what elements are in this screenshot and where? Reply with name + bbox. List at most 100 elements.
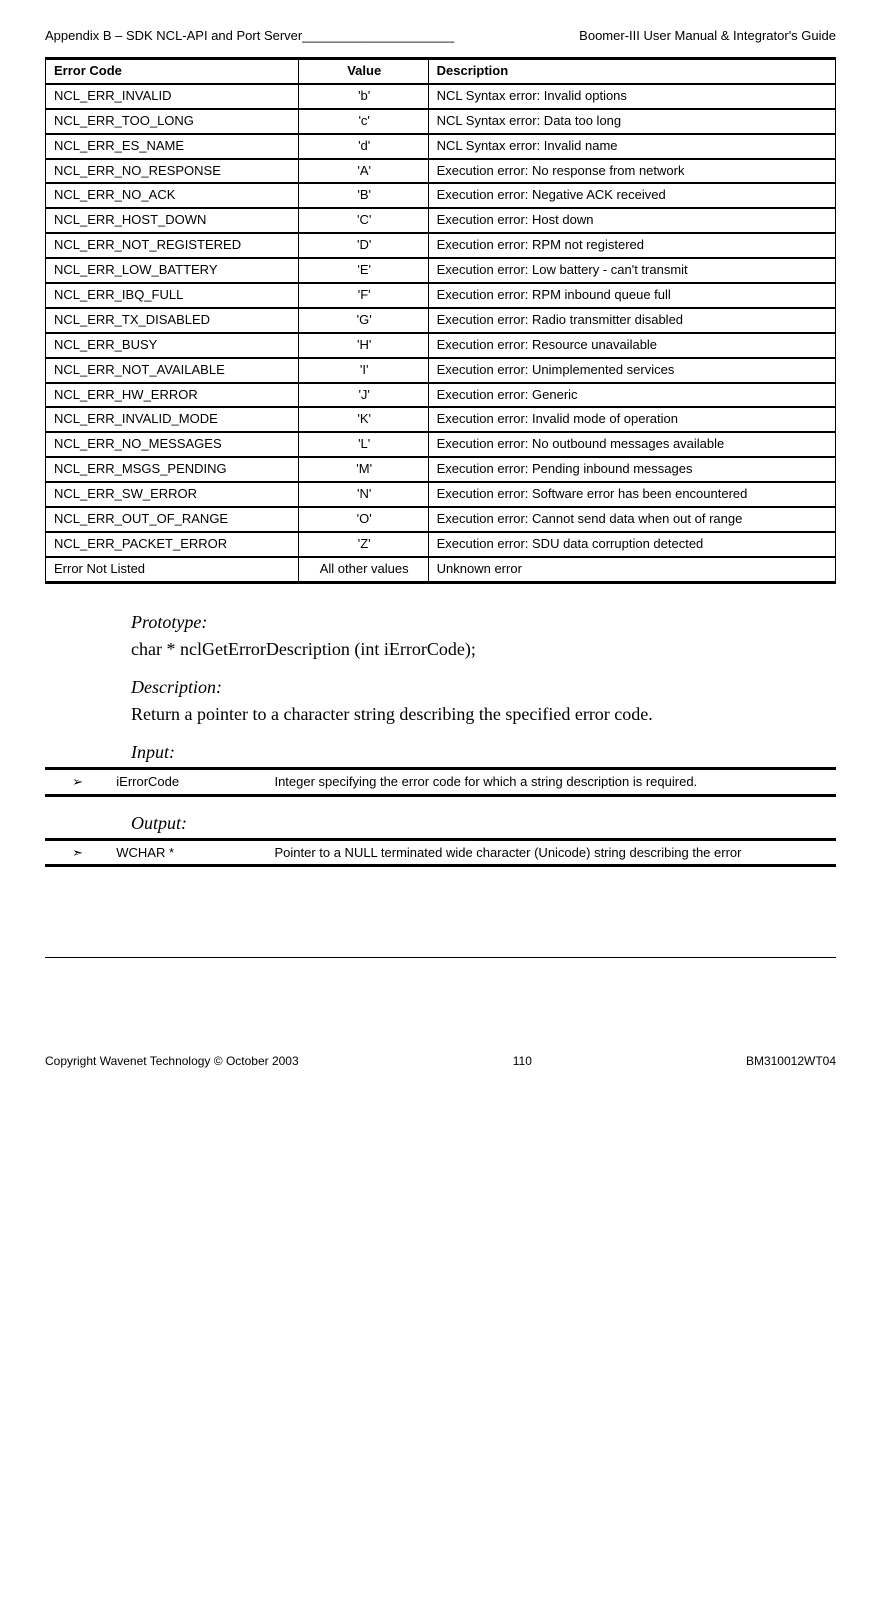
cell-description: Execution error: Pending inbound message… bbox=[428, 457, 835, 482]
table-row: NCL_ERR_IBQ_FULL'F'Execution error: RPM … bbox=[46, 283, 836, 308]
table-row: NCL_ERR_INVALID'b'NCL Syntax error: Inva… bbox=[46, 84, 836, 109]
table-row: Error Not ListedAll other valuesUnknown … bbox=[46, 557, 836, 582]
cell-error-code: NCL_ERR_MSGS_PENDING bbox=[46, 457, 299, 482]
cell-value: 'J' bbox=[298, 383, 428, 408]
cell-description: Execution error: Resource unavailable bbox=[428, 333, 835, 358]
table-row: NCL_ERR_OUT_OF_RANGE'O'Execution error: … bbox=[46, 507, 836, 532]
table-row: NCL_ERR_LOW_BATTERY'E'Execution error: L… bbox=[46, 258, 836, 283]
col-description: Description bbox=[428, 59, 835, 84]
cell-value: 'b' bbox=[298, 84, 428, 109]
cell-value: 'I' bbox=[298, 358, 428, 383]
cell-value: 'L' bbox=[298, 432, 428, 457]
table-row: NCL_ERR_BUSY'H'Execution error: Resource… bbox=[46, 333, 836, 358]
input-heading: Input: bbox=[131, 742, 836, 763]
cell-error-code: NCL_ERR_INVALID bbox=[46, 84, 299, 109]
cell-value: 'H' bbox=[298, 333, 428, 358]
cell-error-code: NCL_ERR_TOO_LONG bbox=[46, 109, 299, 134]
cell-error-code: NCL_ERR_HOST_DOWN bbox=[46, 208, 299, 233]
table-row: NCL_ERR_NOT_AVAILABLE'I'Execution error:… bbox=[46, 358, 836, 383]
page-header: Appendix B – SDK NCL-API and Port Server… bbox=[45, 28, 836, 43]
cell-error-code: NCL_ERR_BUSY bbox=[46, 333, 299, 358]
footer-left: Copyright Wavenet Technology © October 2… bbox=[45, 1054, 299, 1068]
table-row: NCL_ERR_NO_RESPONSE'A'Execution error: N… bbox=[46, 159, 836, 184]
cell-value: 'O' bbox=[298, 507, 428, 532]
cell-value: 'G' bbox=[298, 308, 428, 333]
cell-description: Execution error: Radio transmitter disab… bbox=[428, 308, 835, 333]
cell-description: Execution error: No response from networ… bbox=[428, 159, 835, 184]
footer-right: BM310012WT04 bbox=[746, 1054, 836, 1068]
header-right: Boomer-III User Manual & Integrator's Gu… bbox=[579, 28, 836, 43]
cell-error-code: NCL_ERR_HW_ERROR bbox=[46, 383, 299, 408]
output-table: ➣WCHAR *Pointer to a NULL terminated wid… bbox=[45, 838, 836, 868]
cell-desc: Pointer to a NULL terminated wide charac… bbox=[266, 839, 836, 866]
cell-error-code: NCL_ERR_TX_DISABLED bbox=[46, 308, 299, 333]
table-row: NCL_ERR_ES_NAME'd'NCL Syntax error: Inva… bbox=[46, 134, 836, 159]
cell-description: Execution error: SDU data corruption det… bbox=[428, 532, 835, 557]
table-row: NCL_ERR_NO_MESSAGES'L'Execution error: N… bbox=[46, 432, 836, 457]
cell-error-code: Error Not Listed bbox=[46, 557, 299, 582]
cell-value: 'c' bbox=[298, 109, 428, 134]
cell-value: 'K' bbox=[298, 407, 428, 432]
table-row: NCL_ERR_HOST_DOWN'C'Execution error: Hos… bbox=[46, 208, 836, 233]
prototype-heading: Prototype: bbox=[131, 612, 836, 633]
col-error-code: Error Code bbox=[46, 59, 299, 84]
cell-description: Unknown error bbox=[428, 557, 835, 582]
footer-center: 110 bbox=[513, 1054, 532, 1068]
cell-error-code: NCL_ERR_SW_ERROR bbox=[46, 482, 299, 507]
cell-value: All other values bbox=[298, 557, 428, 582]
cell-description: Execution error: Software error has been… bbox=[428, 482, 835, 507]
cell-description: Execution error: Low battery - can't tra… bbox=[428, 258, 835, 283]
footer-rule bbox=[45, 957, 836, 958]
cell-value: 'N' bbox=[298, 482, 428, 507]
cell-error-code: NCL_ERR_IBQ_FULL bbox=[46, 283, 299, 308]
cell-description: NCL Syntax error: Invalid name bbox=[428, 134, 835, 159]
cell-value: 'D' bbox=[298, 233, 428, 258]
cell-description: Execution error: RPM inbound queue full bbox=[428, 283, 835, 308]
page-footer: Copyright Wavenet Technology © October 2… bbox=[45, 1048, 836, 1068]
cell-value: 'E' bbox=[298, 258, 428, 283]
table-row: NCL_ERR_NOT_REGISTERED'D'Execution error… bbox=[46, 233, 836, 258]
cell-name: WCHAR * bbox=[108, 839, 266, 866]
table-row: NCL_ERR_SW_ERROR'N'Execution error: Soft… bbox=[46, 482, 836, 507]
cell-value: 'Z' bbox=[298, 532, 428, 557]
table-row: NCL_ERR_NO_ACK'B'Execution error: Negati… bbox=[46, 183, 836, 208]
cell-description: Execution error: Host down bbox=[428, 208, 835, 233]
cell-name: iErrorCode bbox=[108, 769, 266, 796]
table-header-row: Error Code Value Description bbox=[46, 59, 836, 84]
cell-description: Execution error: Generic bbox=[428, 383, 835, 408]
cell-description: NCL Syntax error: Data too long bbox=[428, 109, 835, 134]
cell-description: Execution error: Negative ACK received bbox=[428, 183, 835, 208]
cell-value: 'F' bbox=[298, 283, 428, 308]
cell-error-code: NCL_ERR_NO_MESSAGES bbox=[46, 432, 299, 457]
cell-description: Execution error: No outbound messages av… bbox=[428, 432, 835, 457]
col-value: Value bbox=[298, 59, 428, 84]
input-row: ➢iErrorCodeInteger specifying the error … bbox=[45, 769, 836, 796]
input-table: ➢iErrorCodeInteger specifying the error … bbox=[45, 767, 836, 797]
cell-description: Execution error: RPM not registered bbox=[428, 233, 835, 258]
cell-value: 'd' bbox=[298, 134, 428, 159]
description-heading: Description: bbox=[131, 677, 836, 698]
cell-error-code: NCL_ERR_NOT_AVAILABLE bbox=[46, 358, 299, 383]
cell-description: Execution error: Cannot send data when o… bbox=[428, 507, 835, 532]
cell-desc: Integer specifying the error code for wh… bbox=[266, 769, 836, 796]
table-row: NCL_ERR_TX_DISABLED'G'Execution error: R… bbox=[46, 308, 836, 333]
cell-description: Execution error: Invalid mode of operati… bbox=[428, 407, 835, 432]
table-row: NCL_ERR_PACKET_ERROR'Z'Execution error: … bbox=[46, 532, 836, 557]
cell-error-code: NCL_ERR_NO_RESPONSE bbox=[46, 159, 299, 184]
table-row: NCL_ERR_HW_ERROR'J'Execution error: Gene… bbox=[46, 383, 836, 408]
cell-arrow: ➣ bbox=[45, 839, 108, 866]
cell-description: Execution error: Unimplemented services bbox=[428, 358, 835, 383]
cell-value: 'C' bbox=[298, 208, 428, 233]
cell-description: NCL Syntax error: Invalid options bbox=[428, 84, 835, 109]
cell-error-code: NCL_ERR_OUT_OF_RANGE bbox=[46, 507, 299, 532]
cell-value: 'A' bbox=[298, 159, 428, 184]
cell-value: 'B' bbox=[298, 183, 428, 208]
cell-error-code: NCL_ERR_NO_ACK bbox=[46, 183, 299, 208]
cell-arrow: ➢ bbox=[45, 769, 108, 796]
cell-error-code: NCL_ERR_NOT_REGISTERED bbox=[46, 233, 299, 258]
table-row: NCL_ERR_TOO_LONG'c'NCL Syntax error: Dat… bbox=[46, 109, 836, 134]
cell-value: 'M' bbox=[298, 457, 428, 482]
output-heading: Output: bbox=[131, 813, 836, 834]
description-text: Return a pointer to a character string d… bbox=[131, 702, 826, 726]
prototype-text: char * nclGetErrorDescription (int iErro… bbox=[131, 637, 826, 661]
